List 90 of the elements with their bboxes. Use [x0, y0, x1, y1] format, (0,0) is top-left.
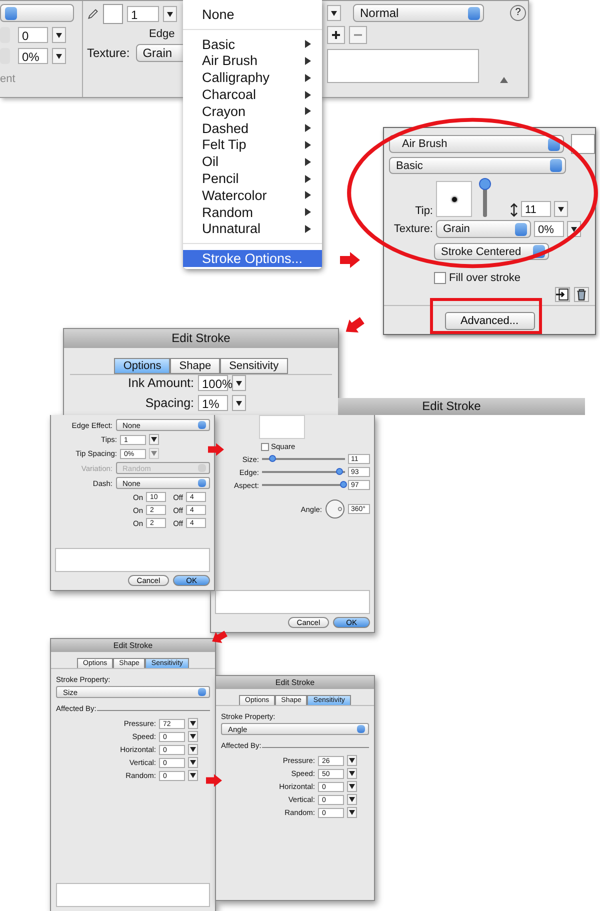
submenu-arrow-icon [304, 72, 312, 83]
expand-triangle-icon[interactable] [499, 76, 509, 84]
number-field[interactable]: 0 [18, 27, 48, 43]
dropdown-button[interactable] [188, 757, 198, 768]
submenu-arrow-icon [304, 174, 312, 184]
menu-item[interactable]: Watercolor [183, 186, 322, 204]
tab[interactable]: Options [114, 358, 170, 374]
tip-preview [436, 181, 472, 217]
tab[interactable]: Sensitivity [220, 358, 288, 374]
submenu-arrow-icon [304, 224, 312, 234]
field-label: Ink Amount: [126, 376, 194, 390]
help-button[interactable]: ? [510, 5, 526, 21]
dropdown-button[interactable] [163, 6, 177, 22]
dropdown-button[interactable] [327, 5, 341, 21]
menu-item[interactable]: Oil [183, 153, 322, 170]
arrow-icon [206, 774, 222, 787]
menu-item[interactable]: Pencil [183, 170, 322, 187]
tip-slider[interactable] [479, 177, 491, 217]
submenu-arrow-icon [304, 123, 312, 134]
dropdown-button[interactable] [188, 770, 198, 781]
menu-item[interactable]: None [183, 6, 322, 23]
dialog-title: Edit Stroke [216, 676, 374, 689]
field-label: Texture: [392, 223, 433, 235]
field-label: Spacing: [144, 396, 194, 410]
dropdown-button[interactable] [188, 718, 198, 729]
new-style-icon[interactable] [555, 287, 570, 302]
dropdown-button[interactable] [188, 731, 198, 742]
color-swatch[interactable] [103, 4, 123, 24]
menu-item[interactable]: Stroke Options... [183, 250, 322, 268]
menu-item[interactable]: Charcoal [183, 86, 322, 103]
dropdown-button[interactable] [554, 201, 568, 217]
checkbox-label: Fill over stroke [449, 272, 521, 284]
section-caption: ent [0, 73, 16, 85]
dropdown-button[interactable] [232, 375, 246, 391]
submenu-arrow-icon [304, 90, 312, 100]
submenu-arrow-icon [304, 106, 312, 116]
dialog-title: Edit Stroke [64, 329, 338, 348]
size-field[interactable]: 1 [127, 6, 159, 22]
add-button[interactable] [327, 26, 345, 44]
placement-select[interactable]: Stroke Centered [434, 243, 549, 260]
dropdown-button[interactable] [347, 755, 357, 766]
blend-mode-select[interactable]: Normal [353, 4, 484, 22]
advanced-button[interactable]: Advanced... [444, 312, 534, 330]
pencil-icon [87, 7, 99, 21]
dropdown-button[interactable] [347, 781, 357, 792]
color-swatch[interactable] [571, 134, 595, 154]
submenu-arrow-icon [304, 190, 312, 200]
submenu-arrow-icon [304, 140, 312, 150]
height-arrows-icon [510, 203, 518, 217]
dropdown-button[interactable] [52, 27, 66, 43]
dropdown-button[interactable] [347, 768, 357, 779]
field-label: Tip: [414, 205, 433, 217]
menu-item[interactable]: Random [183, 204, 322, 221]
tab[interactable]: Shape [170, 358, 220, 374]
texture-select[interactable]: Grain [436, 220, 531, 238]
submenu-arrow-icon [304, 207, 312, 218]
arrow-icon [340, 252, 360, 268]
menu-item[interactable]: Dashed [183, 120, 322, 137]
dropdown-button[interactable] [52, 48, 66, 64]
arrow-icon [208, 443, 224, 456]
dropdown-button[interactable] [347, 794, 357, 805]
dropdown-button[interactable] [232, 395, 246, 411]
dialog-title: Edit Stroke [338, 398, 585, 415]
dropdown-button[interactable] [149, 434, 159, 445]
field-label: Edge [149, 28, 176, 40]
category-select[interactable]: Air Brush [389, 135, 564, 153]
checkbox[interactable] [434, 272, 446, 284]
dropdown-button[interactable] [188, 744, 198, 755]
size-field[interactable]: 11 [521, 201, 551, 217]
menu-item[interactable]: Calligraphy [183, 69, 322, 86]
submenu-arrow-icon [304, 39, 312, 50]
dialog-title: Edit Stroke [51, 639, 215, 652]
number-field[interactable]: 1% [198, 395, 228, 411]
field-label: Texture: [87, 46, 130, 60]
menu-item[interactable]: Unnatural [183, 220, 322, 238]
dropdown-button[interactable] [347, 807, 357, 818]
menu-item[interactable]: Crayon [183, 102, 322, 120]
shape-preview [259, 415, 305, 439]
type-select[interactable]: Basic [389, 157, 566, 174]
submenu-arrow-icon [304, 156, 312, 167]
checkbox[interactable] [261, 442, 269, 450]
trash-icon[interactable] [574, 287, 589, 302]
menu-item[interactable]: Felt Tip [183, 136, 322, 154]
amount-field[interactable]: 0% [534, 221, 564, 237]
angle-dial[interactable] [325, 499, 345, 519]
stepper-icon [5, 6, 17, 20]
submenu-arrow-icon [304, 56, 312, 66]
select-field[interactable] [0, 4, 74, 22]
number-field[interactable]: 0% [18, 48, 48, 64]
plus-icon [331, 30, 341, 40]
